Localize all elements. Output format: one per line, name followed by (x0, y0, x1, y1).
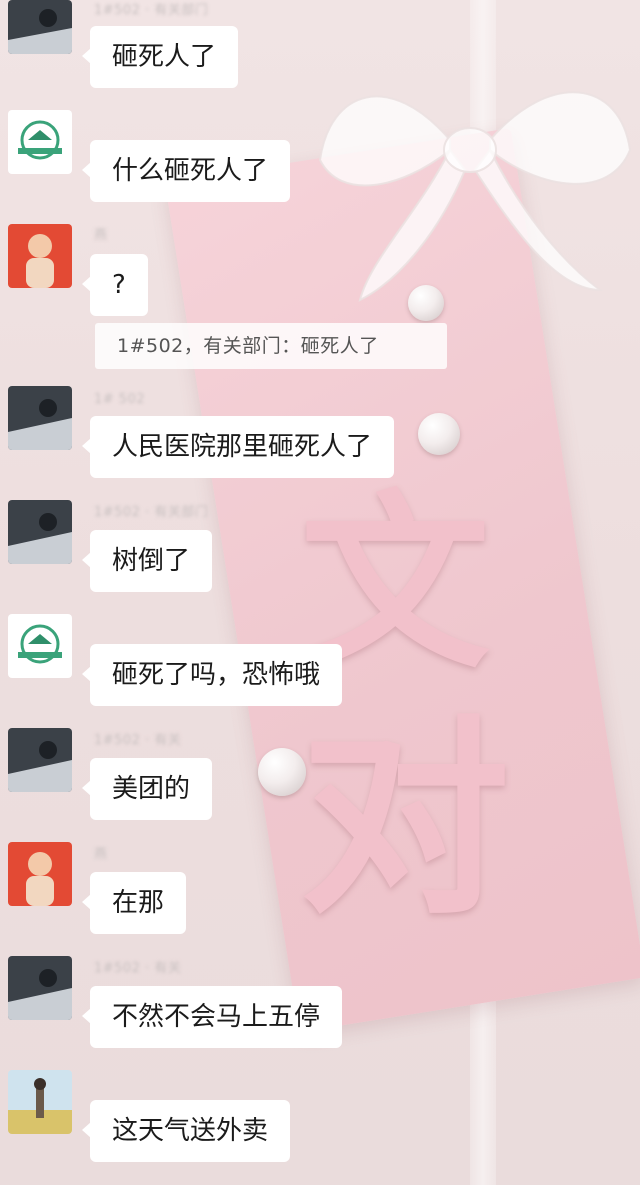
car-avatar-icon (8, 500, 72, 564)
sender-name: 1#502 · 有关 (94, 961, 182, 976)
avatar[interactable] (8, 110, 72, 174)
avatar[interactable] (8, 224, 72, 288)
landscape-avatar-icon (8, 1070, 72, 1134)
avatar[interactable] (8, 386, 72, 450)
avatar[interactable] (8, 500, 72, 564)
chat-message-list[interactable]: 1#502 · 有关部门 砸死人了 什么砸死人了 燕 ? 1#502，有关部门：… (0, 0, 640, 1185)
baby-avatar-icon (8, 224, 72, 288)
avatar[interactable] (8, 728, 72, 792)
message-bubble[interactable]: 不然不会马上五停 (81, 986, 343, 1048)
avatar[interactable] (8, 0, 72, 54)
logo-avatar-icon (8, 110, 72, 174)
car-avatar-icon (8, 386, 72, 450)
quote-text: 1#502，有关部门：砸死人了 (117, 335, 379, 357)
message-bubble[interactable]: 这天气送外卖 (81, 1100, 291, 1162)
avatar[interactable] (8, 1070, 72, 1134)
message-bubble[interactable]: 砸死了吗，恐怖哦 (81, 644, 343, 706)
sender-name: 燕 (94, 228, 108, 243)
car-avatar-icon (8, 956, 72, 1020)
message-bubble[interactable]: 树倒了 (81, 530, 213, 592)
baby-avatar-icon (8, 842, 72, 906)
message-bubble[interactable]: 在那 (81, 872, 187, 934)
message-bubble[interactable]: 人民医院那里砸死人了 (81, 416, 395, 478)
sender-name: 燕 (94, 847, 108, 862)
sender-name: 1#502 · 有关 (94, 733, 182, 748)
quoted-message[interactable]: 1#502，有关部门：砸死人了 (95, 323, 447, 369)
car-avatar-icon (8, 0, 72, 54)
sender-name: 1# 502 (94, 392, 146, 407)
message-bubble[interactable]: ? (82, 254, 148, 316)
avatar[interactable] (8, 956, 72, 1020)
avatar[interactable] (8, 842, 72, 906)
message-bubble[interactable]: 什么砸死人了 (81, 140, 291, 202)
sender-name: 1#502 · 有关部门 (94, 505, 209, 520)
sender-name: 1#502 · 有关部门 (94, 3, 209, 18)
message-bubble[interactable]: 砸死人了 (81, 26, 239, 88)
avatar[interactable] (8, 614, 72, 678)
logo-avatar-icon (8, 614, 72, 678)
car-avatar-icon (8, 728, 72, 792)
message-bubble[interactable]: 美团的 (81, 758, 213, 820)
